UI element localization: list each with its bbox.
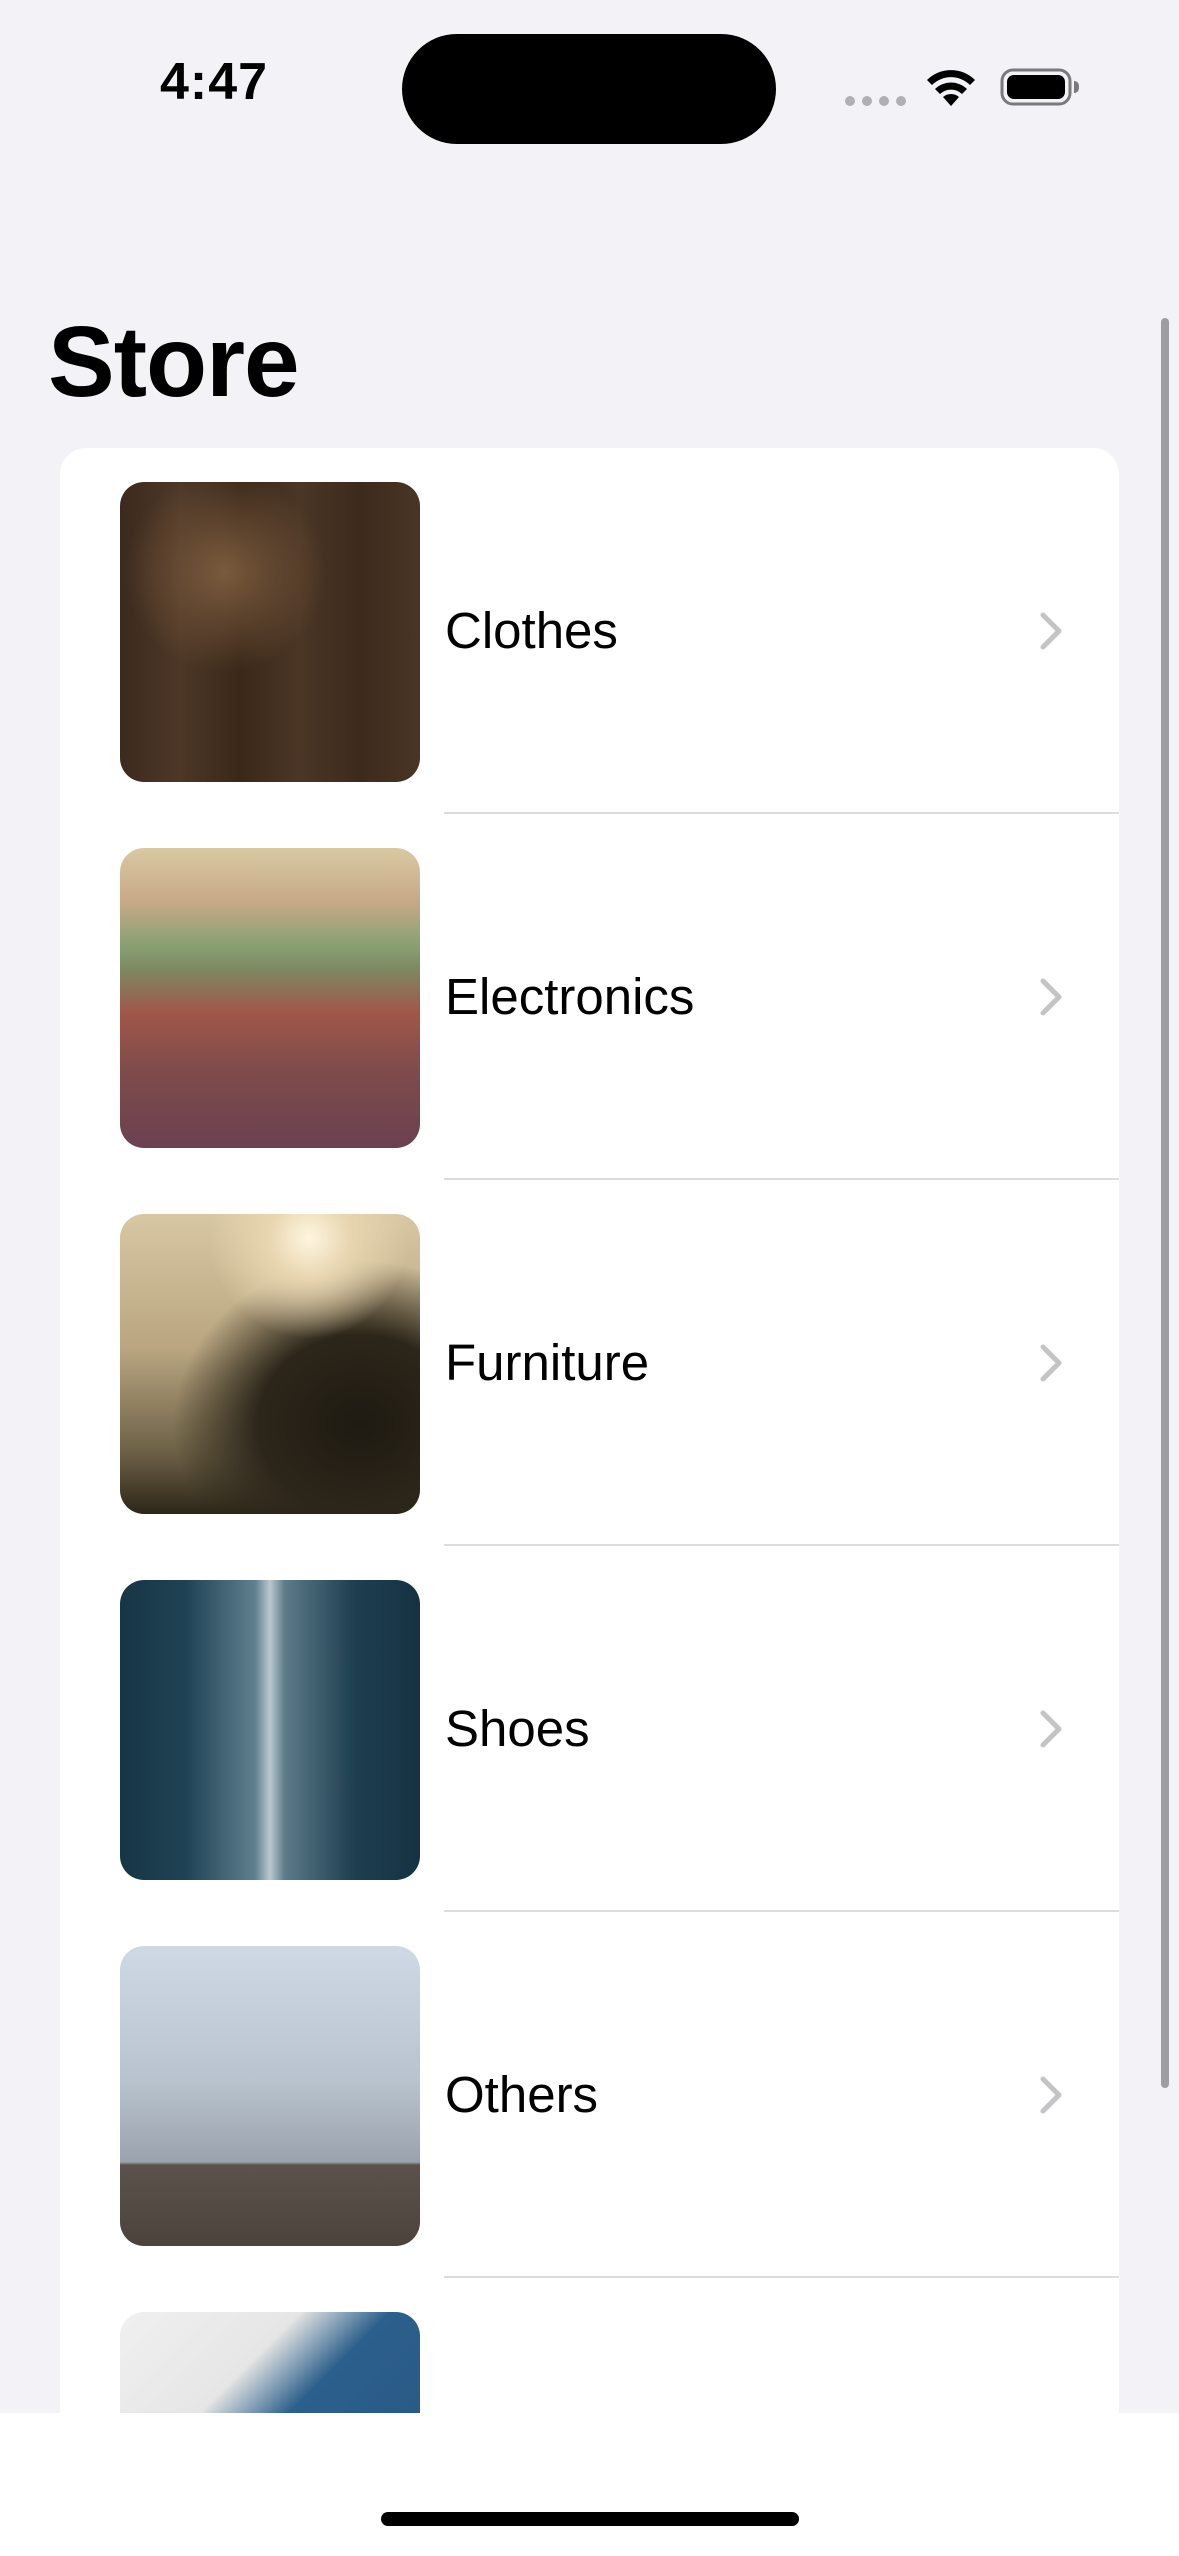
chevron-right-icon — [1040, 2076, 1062, 2114]
category-thumbnail — [120, 1946, 420, 2246]
category-label: Electronics — [445, 968, 695, 1025]
status-time: 4:47 — [160, 53, 269, 111]
bottom-safe-area — [0, 2413, 1179, 2556]
dynamic-island — [402, 34, 776, 144]
chevron-right-icon — [1040, 1344, 1062, 1382]
category-label: Others — [445, 2066, 599, 2123]
category-thumbnail — [120, 1580, 420, 1880]
list-item-furniture[interactable]: Furniture — [60, 1180, 1119, 1546]
category-list: Clothes Electronics Furniture Shoes Othe… — [60, 448, 1119, 2413]
cellular-signal-icon — [845, 96, 906, 106]
status-bar: 4:47 — [0, 0, 1179, 160]
list-item-partial[interactable] — [60, 2278, 1119, 2413]
category-thumbnail — [120, 482, 420, 782]
list-item-clothes[interactable]: Clothes — [60, 448, 1119, 814]
chevron-right-icon — [1040, 978, 1062, 1016]
chevron-right-icon — [1040, 1710, 1062, 1748]
category-label: Furniture — [445, 1334, 650, 1391]
list-item-shoes[interactable]: Shoes — [60, 1546, 1119, 1912]
page-title: Store — [48, 306, 300, 418]
battery-icon — [1000, 68, 1079, 106]
home-indicator[interactable] — [381, 2512, 799, 2526]
category-thumbnail — [120, 1214, 420, 1514]
chevron-right-icon — [1040, 612, 1062, 650]
category-label: Clothes — [445, 602, 618, 659]
category-thumbnail — [120, 2312, 420, 2413]
list-item-electronics[interactable]: Electronics — [60, 814, 1119, 1180]
scroll-indicator[interactable] — [1161, 318, 1169, 2088]
category-thumbnail — [120, 848, 420, 1148]
wifi-icon — [927, 70, 975, 106]
list-item-others[interactable]: Others — [60, 1912, 1119, 2278]
category-label: Shoes — [445, 1700, 590, 1757]
